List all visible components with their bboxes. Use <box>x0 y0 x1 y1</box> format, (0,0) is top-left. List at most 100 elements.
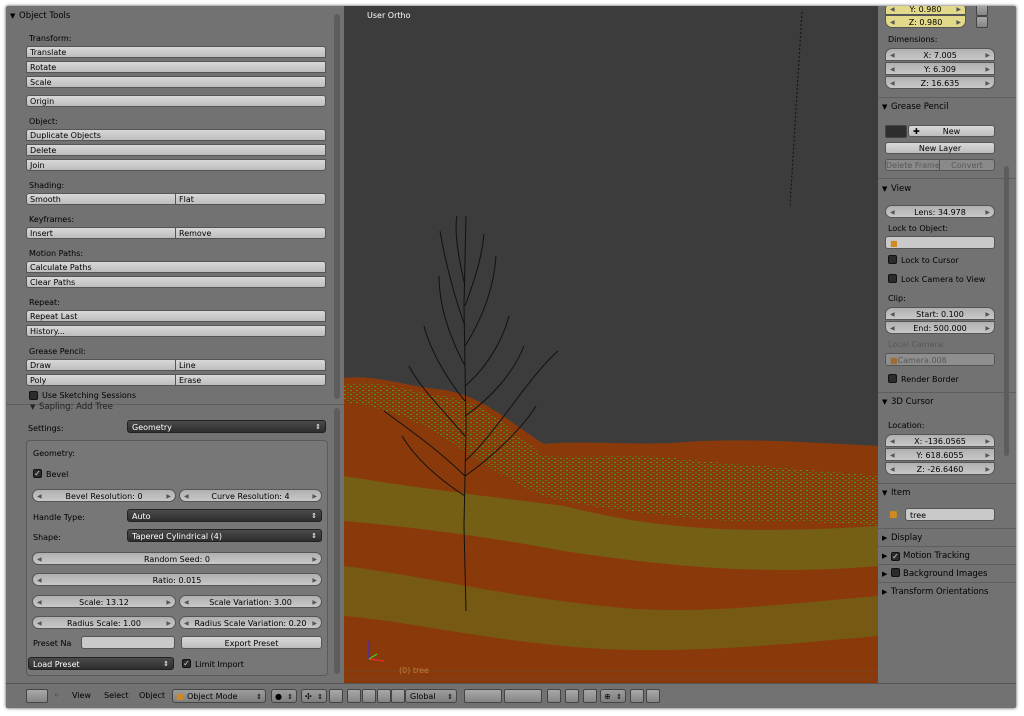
clip-start-field[interactable]: ◀ Start: 0.100 ▶ <box>885 307 995 320</box>
item-header[interactable]: ▼ Item <box>878 485 1016 501</box>
repeat-last-button[interactable]: Repeat Last <box>26 310 326 322</box>
view-header[interactable]: ▼ View <box>878 181 1016 197</box>
left-arrow-icon: ◀ <box>37 577 42 584</box>
dimension-x-field[interactable]: ◀ X: 7.005 ▶ <box>885 48 995 61</box>
gp-convert-button[interactable]: Convert <box>939 159 995 171</box>
render-icon[interactable] <box>565 689 579 703</box>
bevel-checkbox[interactable]: ✓ <box>33 469 42 478</box>
local-camera-input[interactable]: ■Camera.008 <box>885 353 995 366</box>
gp-new-layer-button[interactable]: New Layer <box>885 142 995 154</box>
ratio-field[interactable]: ◀ Ratio: 0.015 ▶ <box>32 573 322 586</box>
render-border-checkbox[interactable] <box>888 374 897 383</box>
poly-button[interactable]: Poly <box>26 374 176 386</box>
settings-dropdown[interactable]: Geometry ⇕ <box>127 420 326 433</box>
grease-pencil-header[interactable]: ▼ Grease Pencil <box>878 99 1016 115</box>
lens-field[interactable]: ◀ Lens: 34.978 ▶ <box>885 205 995 218</box>
gp-delete-frame-button[interactable]: Delete Frame <box>885 159 940 171</box>
background-images-header[interactable]: ▶ Background Images <box>878 566 1016 582</box>
orientation-dropdown[interactable]: Global ⇕ <box>405 689 457 703</box>
select-menu[interactable]: Select <box>104 689 129 703</box>
motion-tracking-checkbox[interactable]: ✓ <box>891 552 900 561</box>
scale-field[interactable]: ◀ Scale: 13.12 ▶ <box>32 595 176 608</box>
translate-manipulator-icon[interactable] <box>347 689 361 703</box>
properties-scrollbar[interactable] <box>1004 166 1009 456</box>
lock-to-object-input[interactable]: ■ <box>885 236 995 249</box>
layers-icon[interactable] <box>464 689 502 703</box>
erase-button[interactable]: Erase <box>175 374 326 386</box>
origin-button[interactable]: Origin <box>26 95 326 107</box>
rotate-button[interactable]: Rotate <box>26 61 326 73</box>
dimension-z-field[interactable]: ◀ Z: 16.635 ▶ <box>885 76 995 89</box>
pencil-icon[interactable] <box>885 125 907 138</box>
line-button[interactable]: Line <box>175 359 326 371</box>
export-preset-button[interactable]: Export Preset <box>181 636 322 649</box>
smooth-button[interactable]: Smooth <box>26 193 176 205</box>
scale-manipulator-icon[interactable] <box>377 689 391 703</box>
scale-z-field[interactable]: ◀ Z: 0.980 ▶ <box>885 15 966 28</box>
radius-scale-field[interactable]: ◀ Radius Scale: 1.00 ▶ <box>32 616 176 629</box>
lock-icon[interactable] <box>976 16 988 28</box>
clear-paths-button[interactable]: Clear Paths <box>26 276 326 288</box>
handle-type-dropdown[interactable]: Auto ⇕ <box>127 509 322 522</box>
lock-to-cursor-checkbox[interactable] <box>888 255 897 264</box>
operator-scrollbar[interactable] <box>334 408 340 674</box>
snap-icon[interactable] <box>583 689 597 703</box>
layer-lock-icon[interactable] <box>547 689 561 703</box>
3d-cursor-header[interactable]: ▼ 3D Cursor <box>878 394 1016 410</box>
scale-variation-field[interactable]: ◀ Scale Variation: 3.00 ▶ <box>179 595 322 608</box>
join-button[interactable]: Join <box>26 159 326 171</box>
lock-icon[interactable] <box>976 6 988 16</box>
transform-icon[interactable] <box>391 689 405 703</box>
bevel-resolution-field[interactable]: ◀ Bevel Resolution: 0 ▶ <box>32 489 176 502</box>
scale-y-field[interactable]: ◀ Y: 0.980 ▶ <box>885 6 966 15</box>
operator-panel-header[interactable]: ▼ Sapling: Add Tree <box>6 399 344 415</box>
insert-keyframe-button[interactable]: Insert <box>26 227 176 239</box>
curve-resolution-field[interactable]: ◀ Curve Resolution: 4 ▶ <box>179 489 322 502</box>
calculate-paths-button[interactable]: Calculate Paths <box>26 261 326 273</box>
flat-button[interactable]: Flat <box>175 193 326 205</box>
header-toggle-icon[interactable]: ◦ <box>54 689 59 703</box>
viewport-shading-dropdown[interactable]: ● ⇕ <box>271 689 297 703</box>
gp-new-button[interactable]: ✚ New <box>908 125 995 137</box>
object-tools-panel-header[interactable]: ▼ Object Tools <box>6 8 344 24</box>
tool-shelf-scrollbar[interactable] <box>334 14 340 399</box>
radius-scale-variation-field[interactable]: ◀ Radius Scale Variation: 0.20 ▶ <box>179 616 322 629</box>
updown-arrows-icon: ⇕ <box>317 693 323 701</box>
delete-button[interactable]: Delete <box>26 144 326 156</box>
random-seed-field[interactable]: ◀ Random Seed: 0 ▶ <box>32 552 322 565</box>
draw-button[interactable]: Draw <box>26 359 176 371</box>
motion-tracking-header[interactable]: ▶ ✓ Motion Tracking <box>878 548 1016 564</box>
view-menu[interactable]: View <box>72 689 91 703</box>
clip-end-field[interactable]: ◀ End: 500.000 ▶ <box>885 321 995 334</box>
object-menu[interactable]: Object <box>139 689 165 703</box>
opengl-animation-icon[interactable] <box>646 689 660 703</box>
dimension-y-field[interactable]: ◀ Y: 6.309 ▶ <box>885 62 995 75</box>
lock-camera-to-view-checkbox[interactable] <box>888 274 897 283</box>
cursor-z-field[interactable]: ◀ Z: -26.6460 ▶ <box>885 462 995 475</box>
display-header[interactable]: ▶ Display <box>878 530 1016 546</box>
mode-dropdown[interactable]: ■ Object Mode ⇕ <box>172 689 266 703</box>
preset-name-input[interactable] <box>81 636 175 649</box>
expand-triangle-icon: ▶ <box>882 588 888 596</box>
load-preset-dropdown[interactable]: Load Preset ⇕ <box>28 657 174 670</box>
history-button[interactable]: History... <box>26 325 326 337</box>
opengl-render-icon[interactable] <box>630 689 644 703</box>
cursor-x-field[interactable]: ◀ X: -136.0565 ▶ <box>885 434 995 447</box>
limit-import-checkbox[interactable]: ✓ <box>182 659 191 668</box>
layers-icon[interactable] <box>504 689 542 703</box>
transform-orientations-header[interactable]: ▶ Transform Orientations <box>878 584 1016 600</box>
snap-element-dropdown[interactable]: ⊕ ⇕ <box>600 689 626 703</box>
item-name-input[interactable]: tree <box>905 508 995 521</box>
manipulator-icon[interactable] <box>329 689 343 703</box>
remove-keyframe-button[interactable]: Remove <box>175 227 326 239</box>
pivot-point-dropdown[interactable]: ✣ ⇕ <box>301 689 327 703</box>
background-images-checkbox[interactable] <box>891 568 900 577</box>
duplicate-objects-button[interactable]: Duplicate Objects <box>26 129 326 141</box>
scale-button[interactable]: Scale <box>26 76 326 88</box>
3d-viewport[interactable]: User Ortho (0) tree <box>344 6 878 683</box>
translate-button[interactable]: Translate <box>26 46 326 58</box>
shape-dropdown[interactable]: Tapered Cylindrical (4) ⇕ <box>127 529 322 542</box>
cursor-y-field[interactable]: ◀ Y: 618.6055 ▶ <box>885 448 995 461</box>
rotate-manipulator-icon[interactable] <box>362 689 376 703</box>
editor-type-icon[interactable] <box>26 689 48 703</box>
